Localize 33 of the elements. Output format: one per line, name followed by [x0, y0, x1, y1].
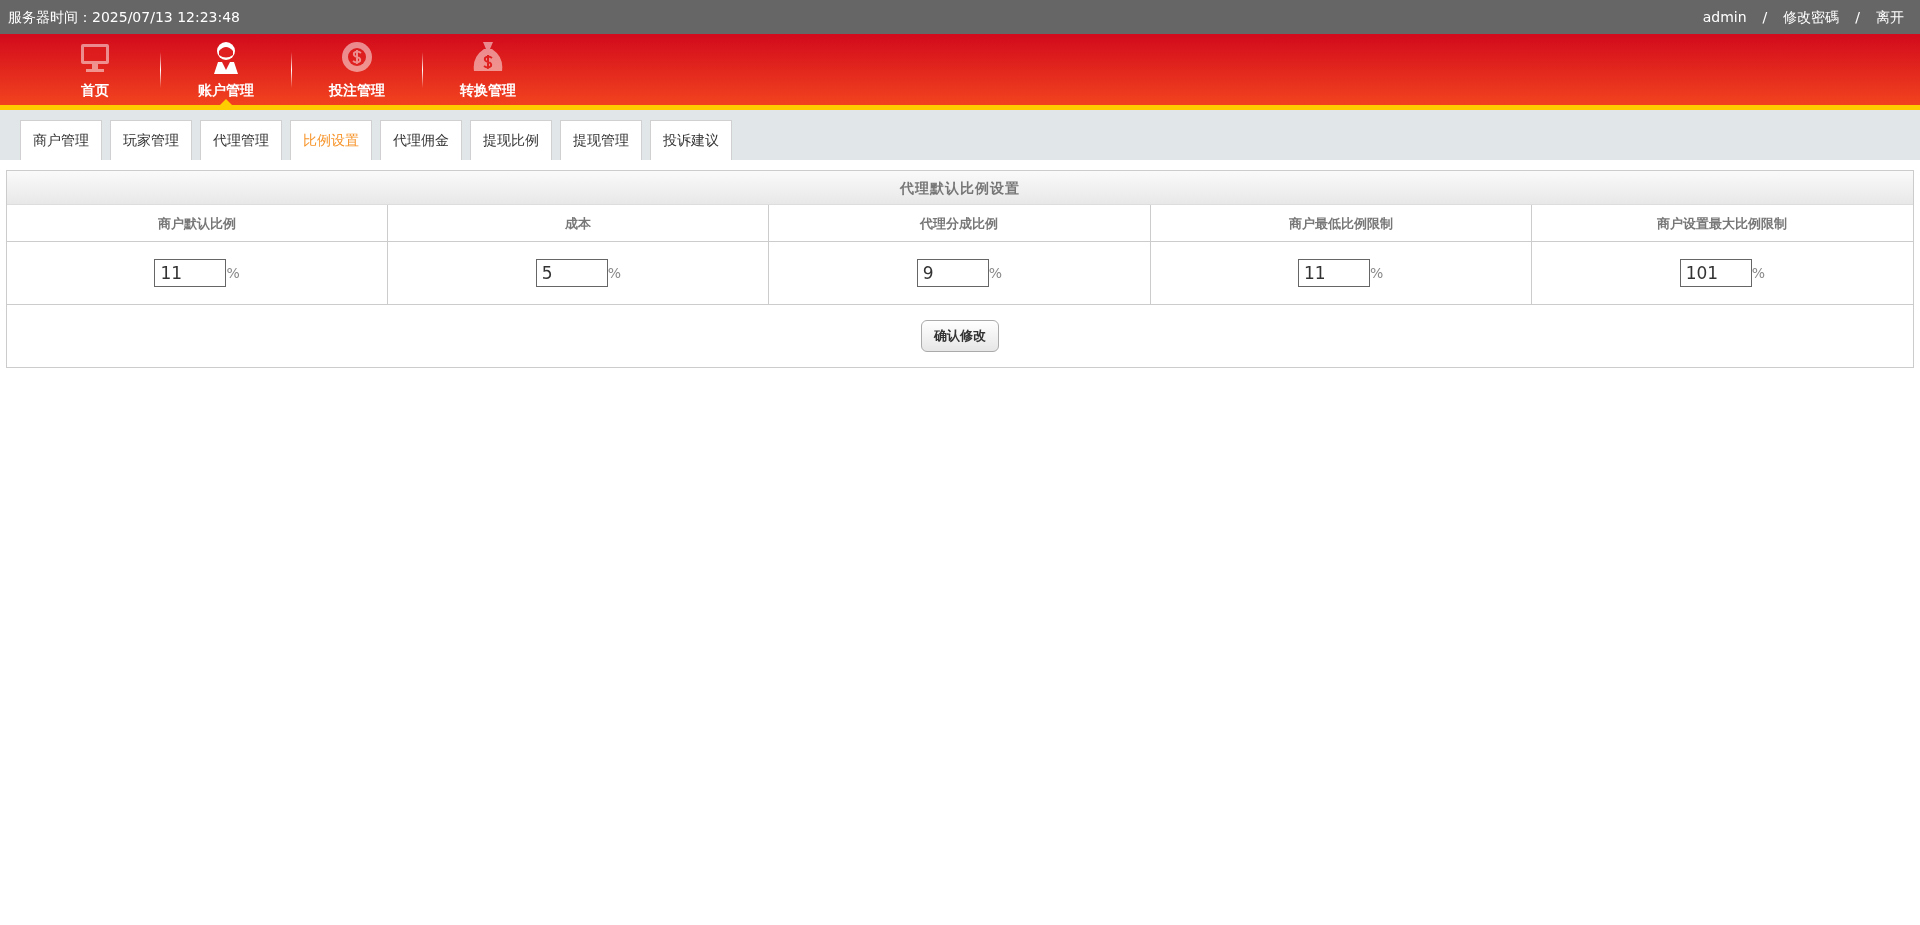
number-input[interactable]: 9 [916, 259, 989, 287]
server-time: 服务器时间：2025/07/13 12:23:48 [8, 7, 241, 27]
number-input[interactable]: 11 [154, 259, 227, 287]
header-link[interactable]: 离开 [1876, 6, 1904, 28]
number-input[interactable]: 5 [535, 259, 608, 287]
column-header: 商户默认比例 [7, 205, 389, 242]
percent-unit: % [607, 263, 621, 283]
number-input[interactable]: 101 [1679, 259, 1752, 287]
column-header: 成本 [388, 205, 770, 242]
tab[interactable]: 提现比例 [470, 120, 552, 160]
nav-item[interactable]: 转换管理 [423, 34, 553, 105]
tab[interactable]: 代理管理 [200, 120, 282, 160]
separator: / [1762, 7, 1768, 27]
column-header: 代理分成比例 [769, 205, 1151, 242]
percent-unit: % [226, 263, 240, 283]
tab[interactable]: 商户管理 [20, 120, 102, 160]
column-header: 商户最低比例限制 [1150, 205, 1532, 242]
separator: / [1855, 7, 1860, 27]
tab[interactable]: 提现管理 [560, 120, 642, 160]
panel-title: 代理默认比例设置 [7, 171, 1913, 205]
confirm-button[interactable]: 确认修改 [921, 320, 999, 352]
percent-unit: % [988, 263, 1003, 283]
header-link[interactable]: 修改密碼 [1783, 6, 1840, 28]
nav-item[interactable]: 投注管理 [292, 34, 422, 105]
tab[interactable]: 代理佣金 [380, 120, 462, 160]
tab[interactable]: 投诉建议 [650, 120, 732, 160]
number-input[interactable]: 11 [1298, 259, 1371, 287]
column-header: 商户设置最大比例限制 [1531, 205, 1913, 242]
user-name-link[interactable]: admin [1702, 6, 1747, 28]
percent-unit: % [1370, 263, 1384, 283]
percent-unit: % [1751, 263, 1766, 283]
tab[interactable]: 玩家管理 [110, 120, 192, 160]
nav-item[interactable]: 首页 [30, 34, 160, 105]
